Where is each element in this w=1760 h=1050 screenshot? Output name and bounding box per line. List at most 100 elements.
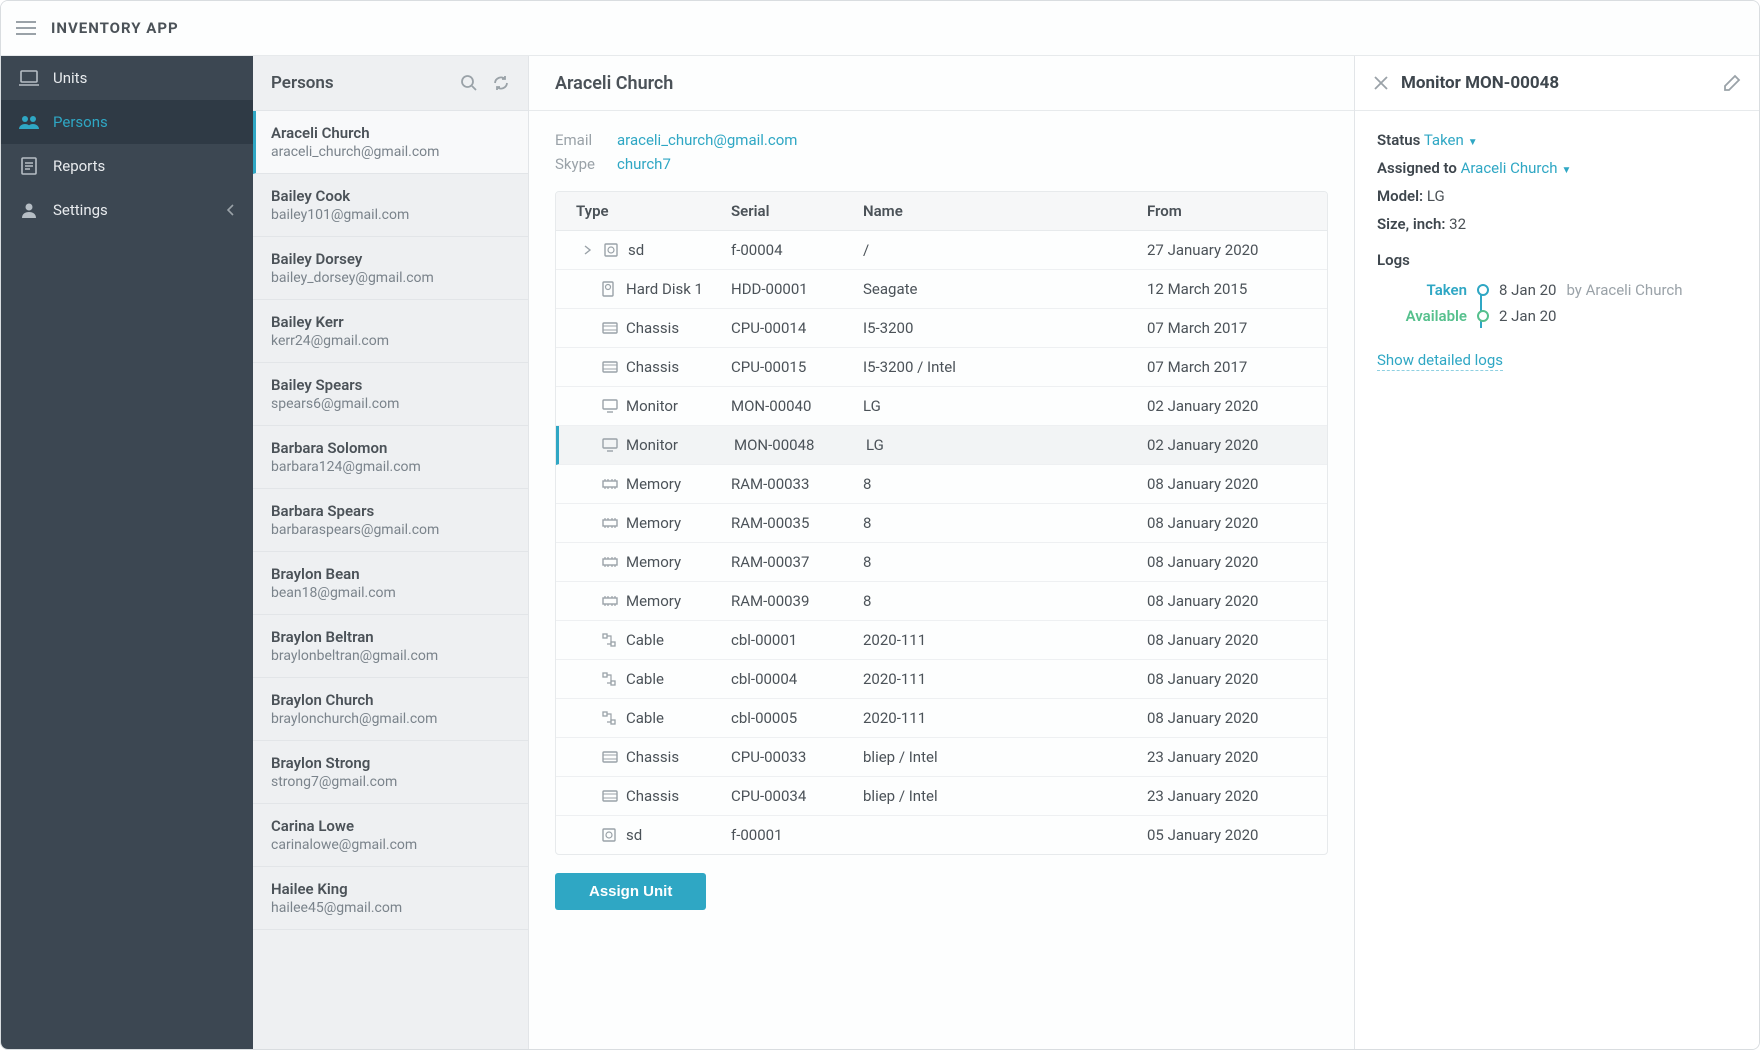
unit-from: 07 March 2017 (1137, 348, 1327, 386)
unit-serial: RAM-00033 (721, 465, 853, 503)
unit-name: 8 (853, 543, 1137, 581)
sidebar-item-label: Persons (53, 113, 108, 131)
col-header-from[interactable]: From (1137, 192, 1327, 230)
person-item[interactable]: Bailey Spears spears6@gmail.com (253, 363, 528, 426)
logs-heading: Logs (1377, 251, 1737, 269)
table-row[interactable]: Chassis CPU-00014 I5-3200 07 March 2017 (556, 309, 1327, 348)
log-dot-icon (1477, 310, 1489, 322)
unit-name: bliep / Intel (853, 777, 1137, 815)
person-item[interactable]: Bailey Dorsey bailey_dorsey@gmail.com (253, 237, 528, 300)
person-item[interactable]: Carina Lowe carinalowe@gmail.com (253, 804, 528, 867)
table-row[interactable]: Monitor MON-00040 LG 02 January 2020 (556, 387, 1327, 426)
close-icon[interactable] (1373, 75, 1389, 91)
person-item[interactable]: Barbara Spears barbaraspears@gmail.com (253, 489, 528, 552)
unit-from: 08 January 2020 (1137, 582, 1327, 620)
show-detailed-logs-link[interactable]: Show detailed logs (1377, 351, 1503, 371)
person-item[interactable]: Hailee King hailee45@gmail.com (253, 867, 528, 930)
cable-icon (602, 671, 618, 687)
log-entry: Taken 8 Jan 20 by Araceli Church (1377, 281, 1737, 299)
table-row[interactable]: Cable cbl-00005 2020-111 08 January 2020 (556, 699, 1327, 738)
table-row[interactable]: sd f-00004 / 27 January 2020 (556, 231, 1327, 270)
sidebar: Units Persons Reports Settings (1, 56, 253, 1049)
unit-name: LG (856, 426, 1137, 464)
edit-icon[interactable] (1723, 74, 1741, 92)
person-item[interactable]: Araceli Church araceli_church@gmail.com (253, 111, 528, 174)
assigned-label: Assigned to (1377, 159, 1457, 177)
person-item[interactable]: Braylon Strong strong7@gmail.com (253, 741, 528, 804)
table-row[interactable]: Chassis CPU-00034 bliep / Intel 23 Janua… (556, 777, 1327, 816)
skype-link[interactable]: church7 (617, 155, 671, 173)
unit-serial: RAM-00039 (721, 582, 853, 620)
person-email: carinalowe@gmail.com (271, 837, 510, 853)
memory-icon (602, 554, 618, 570)
sidebar-item-units[interactable]: Units (1, 56, 253, 100)
unit-type: sd (628, 241, 644, 259)
status-dropdown[interactable]: Taken▼ (1424, 131, 1478, 149)
table-row[interactable]: Memory RAM-00033 8 08 January 2020 (556, 465, 1327, 504)
unit-serial: CPU-00014 (721, 309, 853, 347)
table-row[interactable]: Chassis CPU-00015 I5-3200 / Intel 07 Mar… (556, 348, 1327, 387)
unit-from: 08 January 2020 (1137, 699, 1327, 737)
unit-from: 12 March 2015 (1137, 270, 1327, 308)
tree-expand-icon[interactable] (584, 245, 596, 255)
table-row[interactable]: Chassis CPU-00033 bliep / Intel 23 Janua… (556, 738, 1327, 777)
unit-serial: RAM-00035 (721, 504, 853, 542)
refresh-icon[interactable] (492, 74, 510, 92)
person-item[interactable]: Braylon Beltran braylonbeltran@gmail.com (253, 615, 528, 678)
person-item[interactable]: Bailey Kerr kerr24@gmail.com (253, 300, 528, 363)
table-row[interactable]: Cable cbl-00004 2020-111 08 January 2020 (556, 660, 1327, 699)
unit-type: Memory (626, 592, 681, 610)
memory-icon (602, 515, 618, 531)
search-icon[interactable] (460, 74, 478, 92)
unit-serial: cbl-00001 (721, 621, 853, 659)
person-item[interactable]: Bailey Cook bailey101@gmail.com (253, 174, 528, 237)
assigned-dropdown[interactable]: Araceli Church▼ (1461, 159, 1572, 177)
table-row[interactable]: Cable cbl-00001 2020-111 08 January 2020 (556, 621, 1327, 660)
sd-icon (602, 827, 618, 843)
table-row[interactable]: Memory RAM-00037 8 08 January 2020 (556, 543, 1327, 582)
unit-from: 08 January 2020 (1137, 504, 1327, 542)
assign-unit-button[interactable]: Assign Unit (555, 873, 706, 910)
unit-from: 05 January 2020 (1137, 816, 1327, 854)
chassis-icon (602, 320, 618, 336)
laptop-icon (19, 68, 39, 88)
email-link[interactable]: araceli_church@gmail.com (617, 131, 797, 149)
unit-type: Memory (626, 514, 681, 532)
menu-toggle-icon[interactable] (15, 17, 37, 39)
col-header-type[interactable]: Type (556, 192, 721, 230)
unit-serial: MON-00040 (721, 387, 853, 425)
unit-type: Monitor (626, 436, 678, 454)
memory-icon (602, 593, 618, 609)
unit-serial: MON-00048 (724, 426, 856, 464)
person-icon (19, 200, 39, 220)
table-row[interactable]: Monitor MON-00048 LG 02 January 2020 (556, 426, 1327, 465)
col-header-serial[interactable]: Serial (721, 192, 853, 230)
caret-down-icon: ▼ (1562, 165, 1572, 176)
table-row[interactable]: Memory RAM-00039 8 08 January 2020 (556, 582, 1327, 621)
person-name: Braylon Strong (271, 754, 510, 772)
table-row[interactable]: sd f-00001 05 January 2020 (556, 816, 1327, 854)
unit-from: 02 January 2020 (1137, 387, 1327, 425)
unit-from: 08 January 2020 (1137, 621, 1327, 659)
sidebar-item-persons[interactable]: Persons (1, 100, 253, 144)
unit-type: Memory (626, 553, 681, 571)
unit-serial: f-00001 (721, 816, 853, 854)
person-item[interactable]: Braylon Bean bean18@gmail.com (253, 552, 528, 615)
log-status: Taken (1377, 281, 1467, 299)
col-header-name[interactable]: Name (853, 192, 1137, 230)
person-name: Braylon Bean (271, 565, 510, 583)
sidebar-item-settings[interactable]: Settings (1, 188, 253, 232)
person-name: Bailey Spears (271, 376, 510, 394)
unit-from: 27 January 2020 (1137, 231, 1327, 269)
unit-serial: cbl-00005 (721, 699, 853, 737)
sidebar-item-reports[interactable]: Reports (1, 144, 253, 188)
page-title: Araceli Church (555, 73, 673, 94)
unit-type: Cable (626, 709, 664, 727)
person-item[interactable]: Braylon Church braylonchurch@gmail.com (253, 678, 528, 741)
table-row[interactable]: Hard Disk 1 HDD-00001 Seagate 12 March 2… (556, 270, 1327, 309)
person-item[interactable]: Barbara Solomon barbara124@gmail.com (253, 426, 528, 489)
person-name: Braylon Church (271, 691, 510, 709)
person-email: bean18@gmail.com (271, 585, 510, 601)
table-row[interactable]: Memory RAM-00035 8 08 January 2020 (556, 504, 1327, 543)
unit-serial: cbl-00004 (721, 660, 853, 698)
